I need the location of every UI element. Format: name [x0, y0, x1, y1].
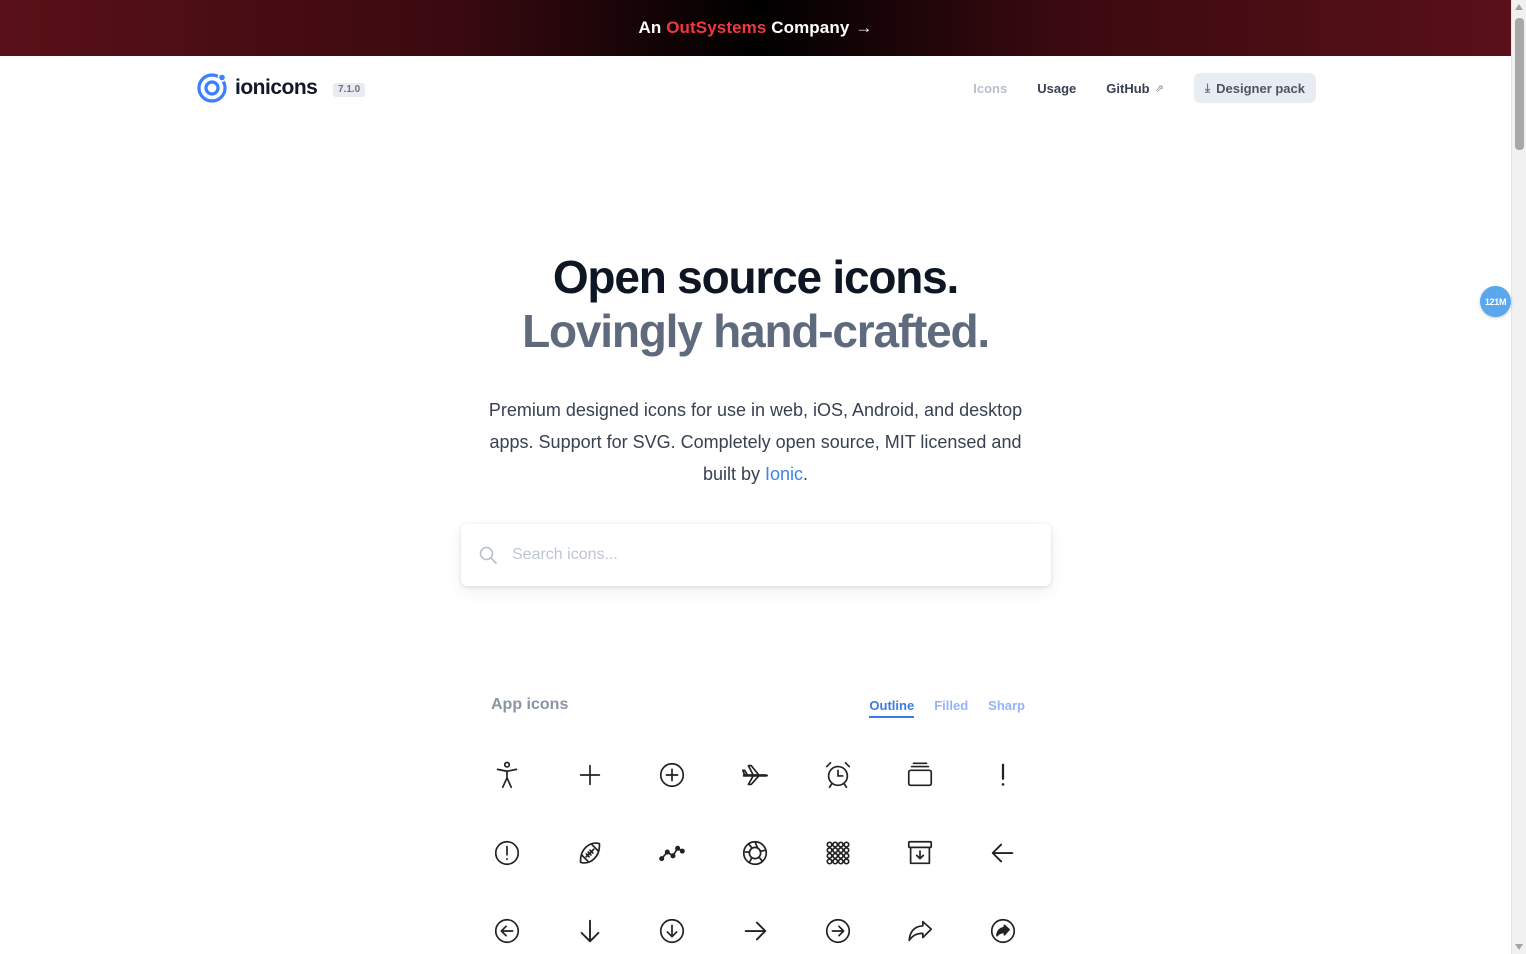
announcement-banner[interactable]: An OutSystems Company → [0, 0, 1511, 56]
floating-extension-badge[interactable]: 121M [1480, 286, 1511, 317]
icons-section-header: App icons Outline Filled Sharp [491, 694, 1025, 720]
icon-tile[interactable] [962, 814, 1045, 892]
icon-tile[interactable] [962, 736, 1045, 814]
icon-tile[interactable] [796, 814, 879, 892]
arrow-down-icon [580, 919, 600, 943]
hero-title: Open source icons. [552, 251, 959, 303]
icon-tile[interactable] [796, 892, 879, 954]
accessibility-icon [497, 761, 518, 789]
nav-link-github[interactable]: GitHub ⇗ [1106, 81, 1164, 96]
icon-tile[interactable] [962, 892, 1045, 954]
logo-text: ionicons [235, 76, 318, 99]
icon-tile[interactable] [796, 736, 879, 814]
arrow-forward-icon [744, 921, 767, 941]
icon-row [466, 736, 1046, 814]
apps-icon [826, 841, 850, 865]
scrollbar-thumb[interactable] [1515, 18, 1524, 150]
hero-subtitle: Lovingly hand-crafted. [522, 305, 990, 357]
arrow-redo-circle-icon [990, 918, 1015, 944]
add-circle-icon [660, 762, 685, 788]
ionicons-logo[interactable]: ionicons [196, 72, 318, 104]
airplane-icon [742, 764, 769, 786]
nav-link-usage[interactable]: Usage [1037, 81, 1076, 96]
nav-links: Icons Usage GitHub ⇗ ⤓ Designer pack [943, 73, 1316, 103]
icon-row [466, 892, 1046, 954]
search-icon [479, 546, 497, 564]
icon-tile[interactable] [549, 736, 632, 814]
scroll-down-arrow-icon[interactable] [1515, 944, 1523, 950]
icon-tile[interactable] [466, 736, 549, 814]
icon-grid [466, 736, 1046, 954]
designer-pack-label: Designer pack [1216, 80, 1305, 96]
tab-filled[interactable]: Filled [934, 698, 968, 718]
icon-tile[interactable] [714, 736, 797, 814]
icon-tile[interactable] [879, 892, 962, 954]
hero-section: Open source icons. Lovingly hand-crafted… [0, 250, 1511, 490]
ionicons-logo-icon [197, 73, 227, 103]
add-icon [579, 764, 601, 786]
icon-tile[interactable] [631, 736, 714, 814]
icon-tile[interactable] [714, 814, 797, 892]
arrow-forward-circle-icon [825, 918, 850, 944]
download-icon: ⤓ [1204, 80, 1211, 95]
arrow-right-icon: → [855, 18, 873, 37]
alert-circle-icon [495, 840, 520, 866]
designer-pack-button[interactable]: ⤓ Designer pack [1193, 73, 1316, 103]
american-football-icon [579, 842, 601, 864]
section-title: App icons [491, 696, 569, 713]
alarm-icon [825, 761, 850, 789]
icon-tile[interactable] [466, 814, 549, 892]
icon-tile[interactable] [466, 892, 549, 954]
arrow-down-circle-icon [660, 918, 685, 944]
version-badge: 7.1.0 [333, 83, 366, 97]
icon-tile[interactable] [549, 892, 632, 954]
page-scrollbar[interactable] [1511, 0, 1526, 954]
icon-tile[interactable] [631, 892, 714, 954]
banner-prefix: An [638, 18, 662, 37]
ionic-link[interactable]: Ionic [765, 464, 803, 484]
nav-link-github-label: GitHub [1106, 80, 1150, 96]
nav-link-icons[interactable]: Icons [973, 81, 1007, 96]
icon-tile[interactable] [714, 892, 797, 954]
banner-suffix: Company [771, 18, 850, 37]
icon-row [466, 814, 1046, 892]
scroll-up-arrow-icon[interactable] [1515, 4, 1523, 10]
banner-brand: OutSystems [666, 18, 767, 37]
albums-icon [908, 762, 933, 787]
icon-style-tabs: Outline Filled Sharp [849, 698, 1025, 718]
external-link-icon: ⇗ [1154, 82, 1164, 95]
search-box[interactable] [461, 524, 1051, 586]
hero-description-end: . [803, 464, 809, 484]
analytics-icon [659, 845, 686, 862]
icon-tile[interactable] [879, 814, 962, 892]
tab-sharp[interactable]: Sharp [988, 698, 1025, 718]
arrow-redo-icon [908, 920, 933, 942]
arrow-back-circle-icon [495, 918, 520, 944]
icon-tile[interactable] [549, 814, 632, 892]
hero-description-text: Premium designed icons for use in web, i… [488, 400, 1023, 484]
icon-tile[interactable] [879, 736, 962, 814]
archive-icon [908, 840, 933, 865]
arrow-back-icon [991, 843, 1014, 863]
tab-outline[interactable]: Outline [869, 698, 915, 718]
alert-icon [1001, 763, 1005, 786]
search-input[interactable] [512, 546, 1012, 564]
hero-description: Premium designed icons for use in web, i… [486, 394, 1026, 490]
aperture-icon [742, 840, 768, 866]
top-navigation: ionicons 7.1.0 Icons Usage GitHub ⇗ ⤓ De… [0, 56, 1511, 122]
icon-tile[interactable] [631, 814, 714, 892]
